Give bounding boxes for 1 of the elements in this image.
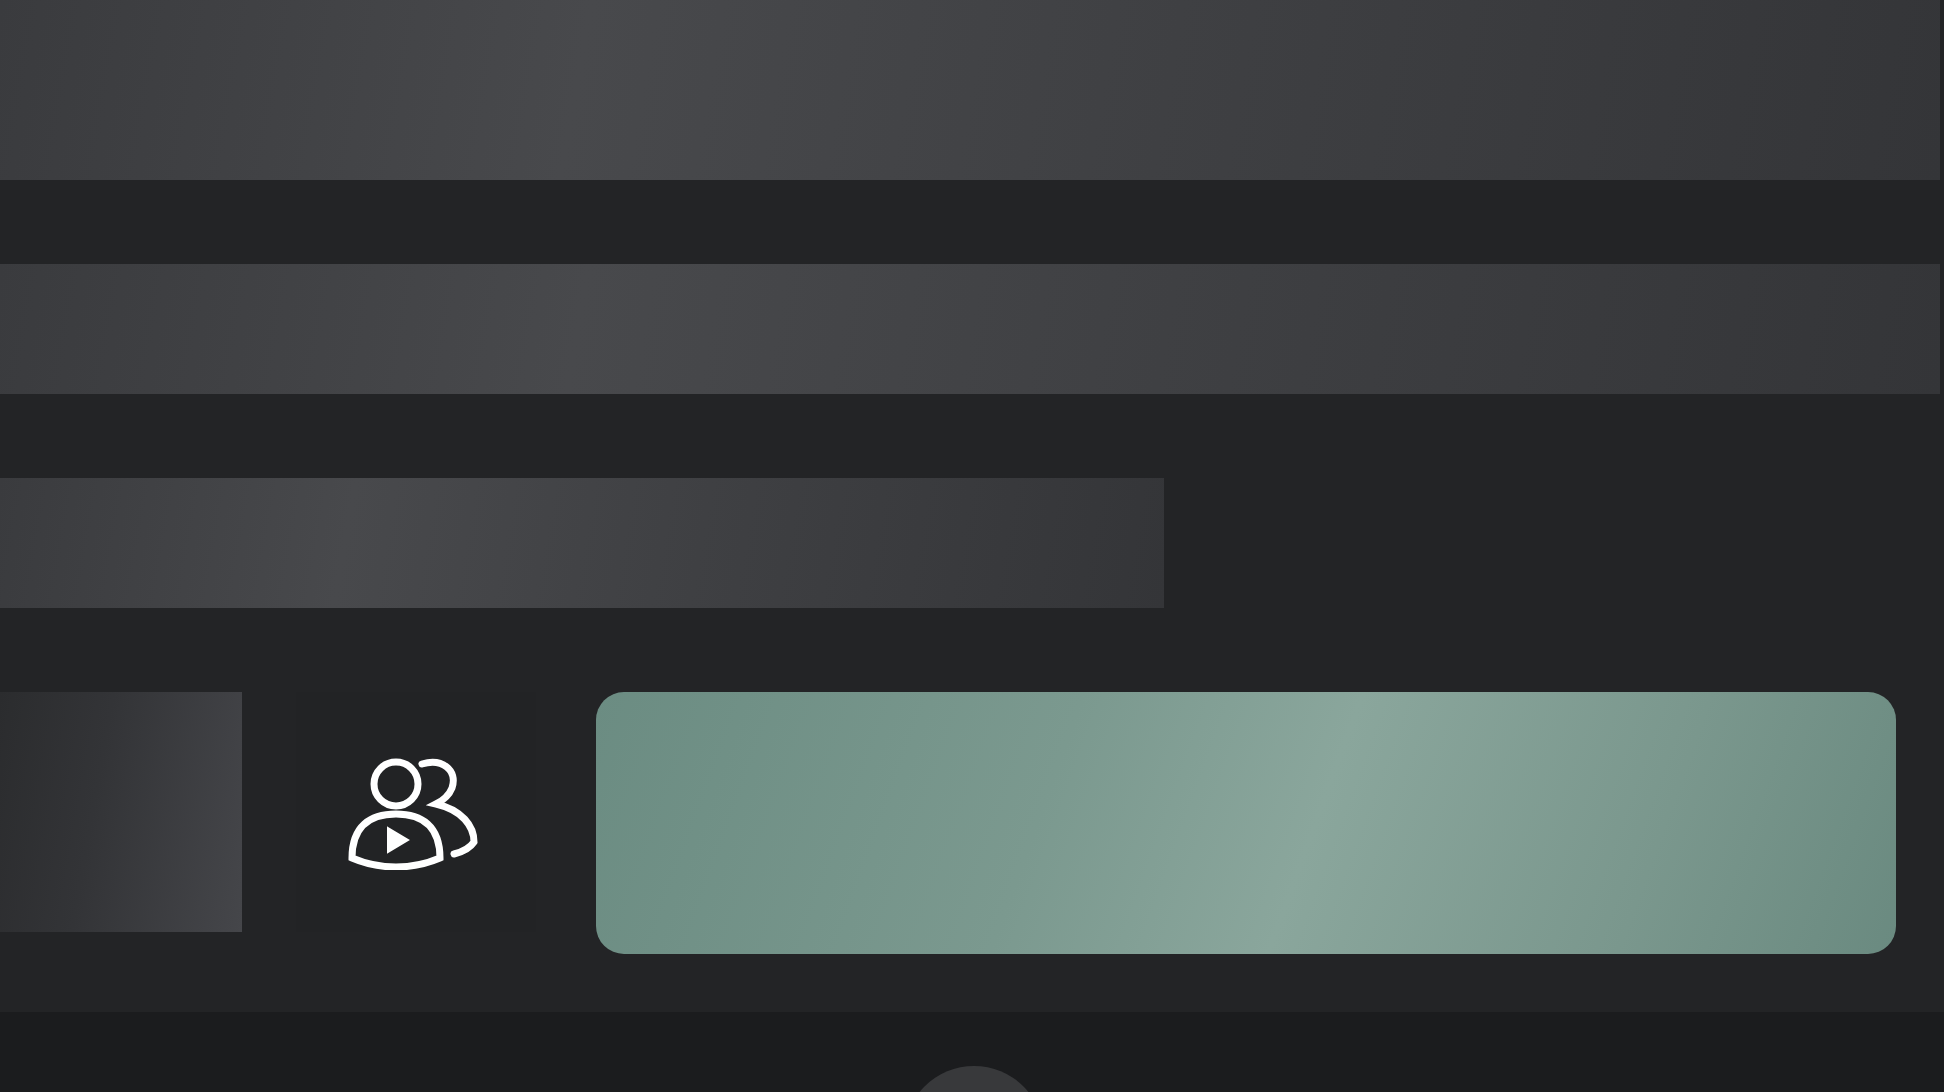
primary-button[interactable]: [596, 692, 1896, 954]
